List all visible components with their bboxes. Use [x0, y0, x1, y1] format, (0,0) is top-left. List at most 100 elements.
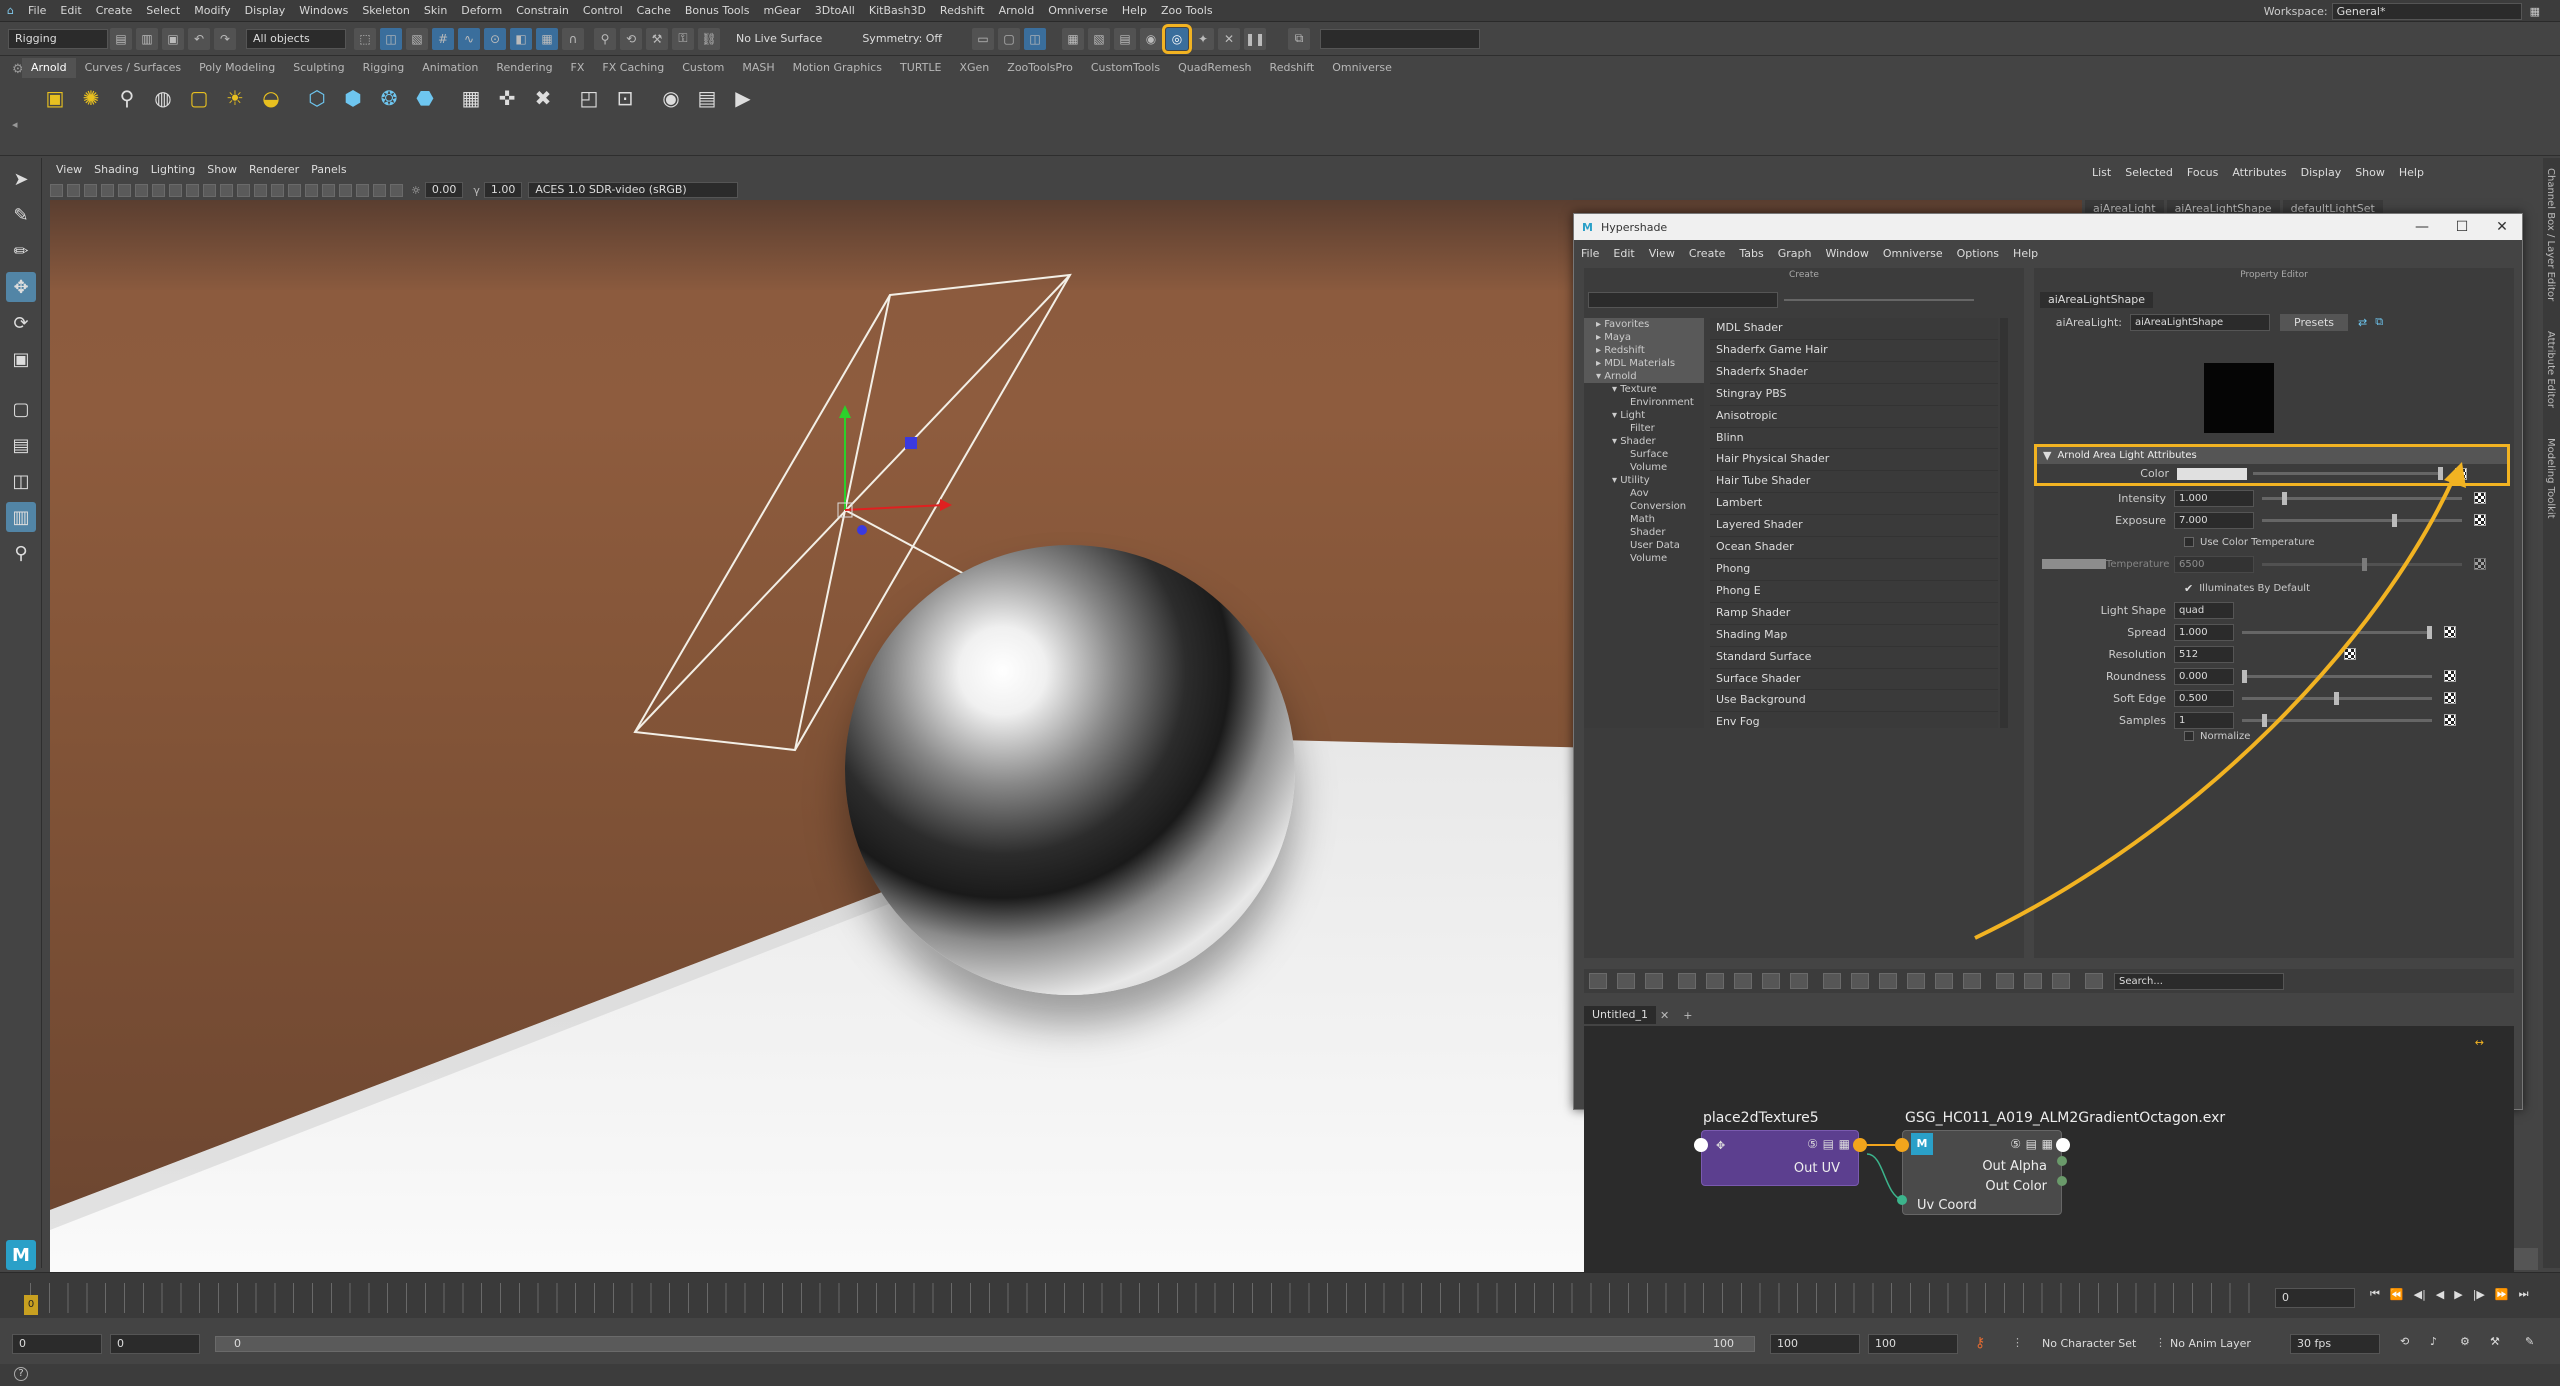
menu-constrain[interactable]: Constrain [509, 0, 576, 22]
menu-zoo-tools[interactable]: Zoo Tools [1154, 0, 1220, 22]
render-view-shelf-icon[interactable]: ▦ [456, 83, 486, 113]
viewport-menu-lighting[interactable]: Lighting [145, 160, 201, 180]
copy-tab-icon[interactable]: ⧉ [2375, 315, 2383, 329]
character-set-dropdown[interactable]: No Character Set [2042, 1337, 2136, 1350]
minimize-icon[interactable]: — [2402, 219, 2442, 235]
hs-menu-help[interactable]: Help [2006, 244, 2045, 264]
graph-materials-icon[interactable] [1790, 973, 1808, 989]
redo-icon[interactable]: ↷ [214, 27, 236, 50]
side-tab-2[interactable]: Modeling Toolkit [2545, 438, 2556, 519]
select-component-icon[interactable]: ▧ [406, 27, 428, 50]
safe-action-icon[interactable] [203, 183, 216, 197]
textured-icon[interactable] [271, 183, 284, 197]
menu-edit[interactable]: Edit [53, 0, 88, 22]
menu-display[interactable]: Display [238, 0, 293, 22]
category-item[interactable]: ▾ Texture [1584, 383, 1704, 396]
snap-curve-icon[interactable]: ∿ [458, 27, 480, 50]
category-item[interactable]: Filter [1584, 422, 1704, 435]
ipr-icon[interactable]: ◫ [1024, 27, 1047, 50]
play-backward-icon[interactable]: ◀ [2436, 1288, 2444, 1301]
graph-tab[interactable]: Untitled_1 [1584, 1006, 1657, 1024]
film-gate-icon[interactable] [135, 183, 148, 197]
viewport-menu-shading[interactable]: Shading [88, 160, 145, 180]
render-view-icon[interactable]: ▭ [972, 27, 995, 50]
ambient-occlusion-icon[interactable] [322, 183, 335, 197]
exposure-map-icon[interactable] [2474, 514, 2486, 526]
snap-view-icon[interactable]: ◧ [510, 27, 532, 50]
scale-tool-icon[interactable]: ▣ [6, 344, 36, 374]
menu-omniverse[interactable]: Omniverse [1041, 0, 1115, 22]
shelf-tab-zootoolspro[interactable]: ZooToolsPro [998, 58, 1082, 78]
gate-mask-icon[interactable] [169, 183, 182, 197]
export-icon[interactable]: ◰ [574, 83, 604, 113]
current-frame-marker[interactable]: 0 [24, 1295, 38, 1315]
menu-kitbash3d[interactable]: KitBash3D [862, 0, 933, 22]
grid-toggle-icon[interactable] [1996, 973, 2014, 989]
lock-icon[interactable]: ⚿ [672, 27, 694, 50]
shader-item[interactable]: Ocean Shader [1710, 537, 1998, 559]
node-name-field[interactable]: aiAreaLightShape [2130, 313, 2270, 331]
arnold-render-icon[interactable]: ◉ [1140, 27, 1163, 50]
soft-edge-slider[interactable] [2242, 691, 2432, 705]
menu-select[interactable]: Select [139, 0, 187, 22]
command-line-field[interactable] [1320, 28, 1481, 49]
side-tab-1[interactable]: Attribute Editor [2545, 331, 2556, 408]
menu-help[interactable]: Help [1115, 0, 1154, 22]
grid-icon[interactable] [118, 183, 131, 197]
shelf-tab-custom[interactable]: Custom [673, 58, 733, 78]
shader-item[interactable]: Blinn [1710, 428, 1998, 450]
sun-light-icon[interactable]: ✺ [76, 83, 106, 113]
shader-list-scrollbar[interactable] [2000, 318, 2008, 728]
shader-item[interactable]: Anisotropic [1710, 406, 1998, 428]
soft-edge-map-icon[interactable] [2444, 692, 2456, 704]
menu-set-dropdown[interactable]: Rigging [8, 28, 108, 49]
category-item[interactable]: ▾ Shader [1584, 435, 1704, 448]
time-slider[interactable]: 0 0 ⏮ ⏪ ◀| ◀ ▶ |▶ ⏩ ⏭ [0, 1272, 2560, 1318]
menu-skeleton[interactable]: Skeleton [355, 0, 417, 22]
physical-sky-icon[interactable]: ☀ [220, 83, 250, 113]
select-object-icon[interactable]: ◫ [380, 27, 402, 50]
hs-menu-graph[interactable]: Graph [1771, 244, 1819, 264]
viewport-menu-show[interactable]: Show [201, 160, 243, 180]
menu-control[interactable]: Control [576, 0, 630, 22]
shelf-tab-arnold[interactable]: Arnold [22, 58, 76, 78]
samples-field[interactable]: 1 [2174, 711, 2234, 729]
category-item[interactable]: ▾ Utility [1584, 474, 1704, 487]
roundness-map-icon[interactable] [2444, 670, 2456, 682]
exposure-slider[interactable] [2262, 513, 2462, 527]
undo-icon[interactable]: ↶ [188, 27, 210, 50]
add-selected-icon[interactable] [1706, 973, 1724, 989]
use-color-temp-checkbox[interactable] [2184, 537, 2194, 547]
go-to-start-icon[interactable]: ⏮ [2370, 1287, 2380, 1301]
remove-selected-icon[interactable] [1734, 973, 1752, 989]
shelf-tab-customtools[interactable]: CustomTools [1082, 58, 1169, 78]
fps-dropdown[interactable]: 30 fps [2290, 1334, 2380, 1354]
category-item[interactable]: Shader [1584, 526, 1704, 539]
hs-menu-window[interactable]: Window [1819, 244, 1876, 264]
delete-cache-icon[interactable]: ✖ [528, 83, 558, 113]
menu-mgear[interactable]: mGear [756, 0, 807, 22]
select-tool-icon[interactable]: ➤ [6, 164, 36, 194]
render-frame-icon[interactable]: ▢ [998, 27, 1021, 50]
category-item[interactable]: Environment [1584, 396, 1704, 409]
filter-icon[interactable] [2085, 973, 2103, 989]
custom-mode-icon[interactable] [1907, 973, 1925, 989]
shelf-tab-xgen[interactable]: XGen [950, 58, 998, 78]
illuminates-checkbox[interactable]: ✔ [2184, 582, 2193, 595]
new-scene-icon[interactable]: ▤ [110, 27, 132, 50]
menu-cache[interactable]: Cache [630, 0, 678, 22]
open-scene-icon[interactable]: ▥ [136, 27, 158, 50]
anim-layer-dropdown[interactable]: No Anim Layer [2170, 1337, 2251, 1350]
save-scene-icon[interactable]: ▣ [162, 27, 184, 50]
ass-icon[interactable]: ⊡ [610, 83, 640, 113]
curve-collector-icon[interactable]: ❂ [374, 83, 404, 113]
io-connections-icon[interactable] [1617, 973, 1635, 989]
standin-icon[interactable]: ⬡ [302, 83, 332, 113]
hs-menu-omniverse[interactable]: Omniverse [1876, 244, 1950, 264]
hs-menu-view[interactable]: View [1642, 244, 1682, 264]
render-sequence-icon[interactable]: ▤ [1114, 27, 1137, 50]
shelf-tab-omniverse[interactable]: Omniverse [1323, 58, 1401, 78]
tab-close-icon[interactable]: ✕ [1660, 1009, 1669, 1022]
spread-slider[interactable] [2242, 625, 2432, 639]
category-item[interactable]: User Data [1584, 539, 1704, 552]
